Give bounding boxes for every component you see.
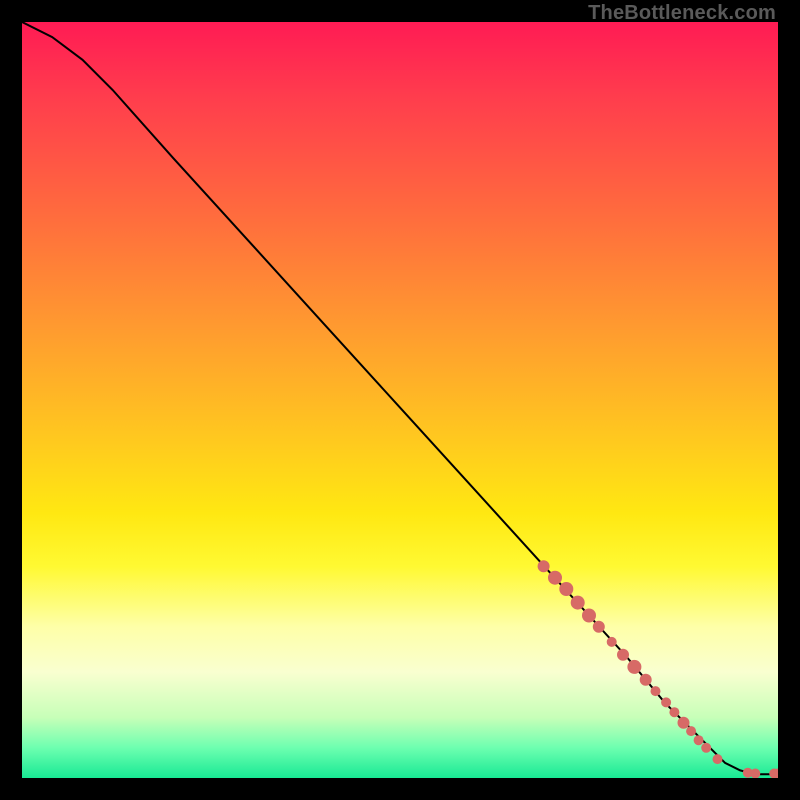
data-marker [669, 707, 679, 717]
data-marker [701, 743, 711, 753]
data-marker [593, 621, 605, 633]
data-marker [651, 686, 661, 696]
data-marker [627, 660, 641, 674]
data-marker [686, 726, 696, 736]
data-marker [548, 571, 562, 585]
data-marker [640, 674, 652, 686]
data-marker [607, 637, 617, 647]
outer-frame: TheBottleneck.com [0, 0, 800, 800]
marker-group [538, 560, 778, 778]
data-marker [678, 717, 690, 729]
chart-svg [22, 22, 778, 778]
data-marker [571, 596, 585, 610]
data-marker [538, 560, 550, 572]
data-marker [582, 609, 596, 623]
curve-line [22, 22, 778, 774]
plot-area [22, 22, 778, 778]
data-marker [713, 754, 723, 764]
data-marker [617, 649, 629, 661]
data-marker [559, 582, 573, 596]
data-marker [694, 735, 704, 745]
data-marker [661, 697, 671, 707]
